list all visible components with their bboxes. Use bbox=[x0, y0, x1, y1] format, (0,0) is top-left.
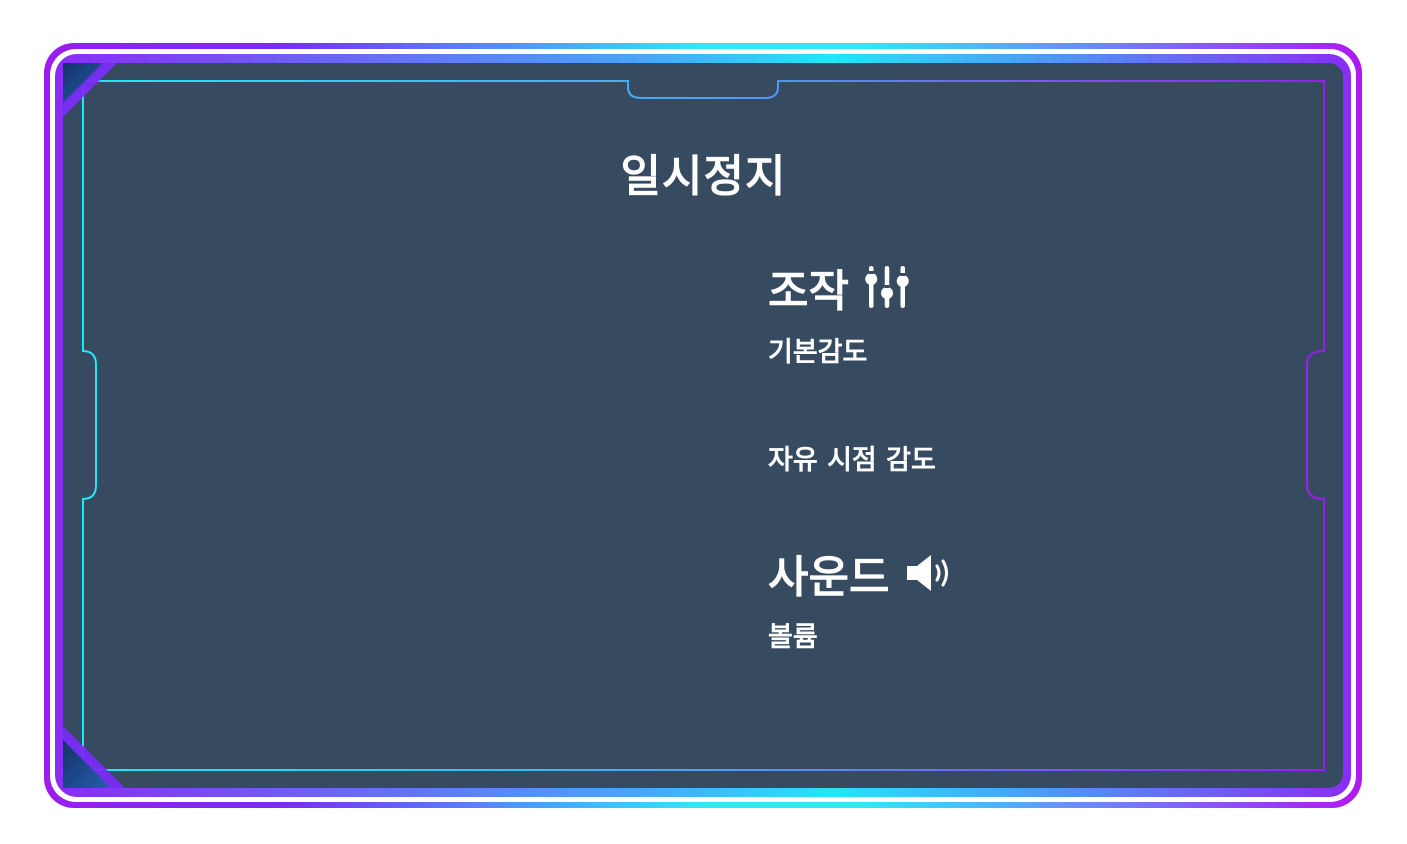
menu-item-sensitivity[interactable]: 기본감도 bbox=[768, 330, 867, 369]
speaker-icon bbox=[905, 553, 955, 593]
pause-title: 일시정지 bbox=[620, 151, 787, 202]
controls-section: 조작 bbox=[768, 262, 909, 317]
sliders-icon bbox=[865, 263, 909, 311]
controls-heading: 조작 bbox=[768, 266, 849, 317]
menu-item-freelook-sensitivity[interactable]: 자유 시점 감도 bbox=[768, 438, 936, 477]
sound-heading: 사운드 bbox=[768, 552, 890, 603]
menu-item-volume[interactable]: 볼륨 bbox=[768, 615, 818, 654]
sound-section: 사운드 bbox=[768, 548, 955, 603]
